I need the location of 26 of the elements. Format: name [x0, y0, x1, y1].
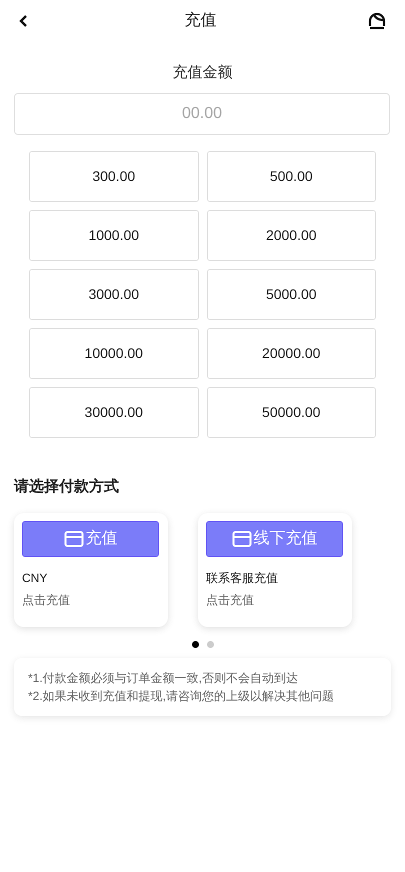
- back-icon[interactable]: [18, 14, 28, 28]
- amount-option[interactable]: 300.00: [29, 150, 198, 202]
- note-text: *1.付款金额必须与订单金额一致,否则不会自动到达: [28, 670, 300, 686]
- amount-label: 充值金额: [172, 63, 232, 83]
- amount-option[interactable]: 2000.00: [206, 210, 376, 260]
- amount-option[interactable]: 30000.00: [29, 386, 198, 438]
- method-hint: 点击充值: [22, 594, 71, 606]
- amount-option[interactable]: 3000.00: [29, 268, 198, 320]
- note-text: *2.如果未收到充值和提现,请咨询您的上级以解决其他问题: [28, 688, 336, 704]
- amount-option[interactable]: 20000.00: [206, 328, 376, 378]
- amount-option[interactable]: 500.00: [206, 150, 376, 202]
- headset-icon[interactable]: [367, 11, 387, 31]
- method-name: CNY: [22, 572, 48, 584]
- section-heading: 请选择付款方式: [14, 478, 119, 494]
- method-hint: 点击充值: [206, 594, 255, 606]
- page-title: 充值: [184, 10, 216, 31]
- method-name: 联系客服充值: [206, 572, 279, 584]
- payment-card[interactable]: 线下充值 联系客服充值 点击充值: [198, 512, 352, 626]
- amount-option[interactable]: 1000.00: [29, 210, 198, 260]
- amount-option[interactable]: 10000.00: [29, 328, 198, 378]
- amount-option[interactable]: 5000.00: [206, 268, 376, 320]
- amount-field[interactable]: 00.00: [14, 92, 390, 134]
- card-icon: [232, 530, 252, 548]
- amount-option[interactable]: 50000.00: [206, 386, 376, 438]
- payment-card[interactable]: 充值 CNY 点击充值: [14, 512, 168, 626]
- card-icon: [64, 530, 84, 548]
